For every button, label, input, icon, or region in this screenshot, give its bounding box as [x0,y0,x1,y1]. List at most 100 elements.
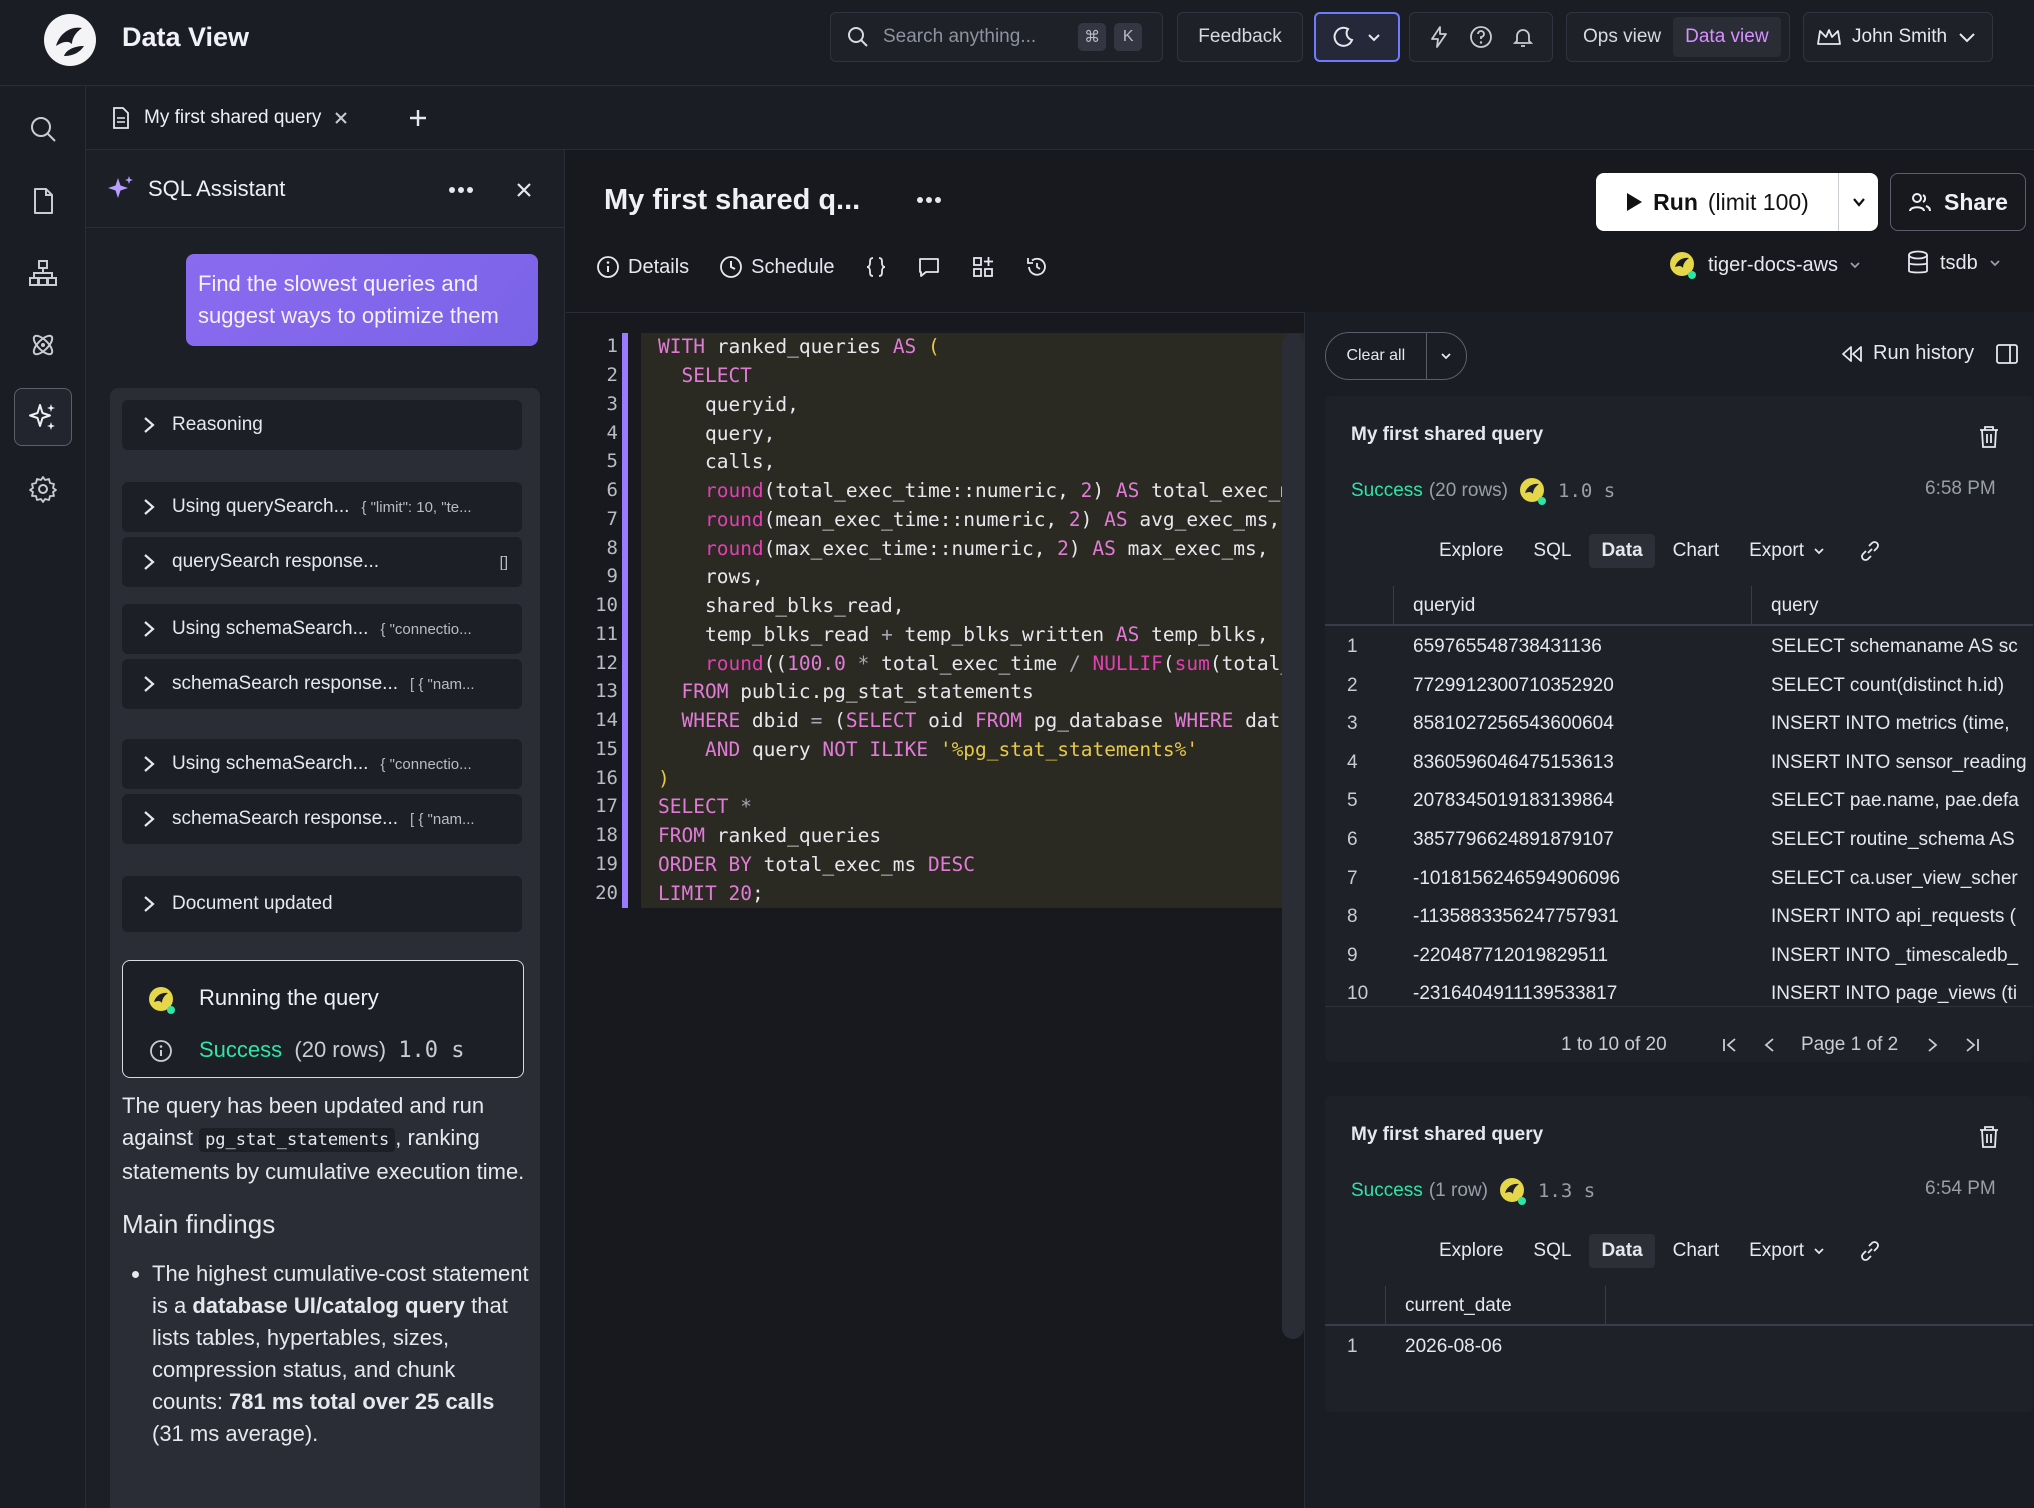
nav-settings[interactable] [14,460,72,518]
tab-data[interactable]: Data [1589,534,1655,568]
line-number: 19 [595,853,618,875]
chevron-down-icon [1959,33,1975,43]
document-title[interactable]: My first shared q... [604,184,860,217]
tab-chart[interactable]: Chart [1661,534,1731,568]
bell-icon[interactable] [1511,25,1535,49]
link-icon[interactable] [1858,1239,1882,1263]
format-button[interactable] [865,255,887,279]
nav-documents[interactable] [14,172,72,230]
trace-reasoning[interactable]: Reasoning [122,400,522,450]
row-number: 10 [1347,983,1369,1005]
trace-using-querysearch[interactable]: Using querySearch... { "limit": 10, "te.… [122,482,522,532]
table-row[interactable]: 2 7729912300710352920 SELECT count(distinc… [1325,667,2033,705]
column-header-query[interactable]: query [1771,595,1819,617]
row-number: 1 [1347,636,1358,657]
run-query-button[interactable]: Run (limit 100) [1596,173,1838,231]
table-row[interactable]: 5 2078345019183139864 SELECT pae.name, pae… [1325,782,2033,820]
more-icon[interactable] [916,196,942,204]
document-icon [34,188,53,214]
nav-sql-assistant[interactable] [14,388,72,446]
trash-icon[interactable] [1977,1124,2001,1150]
code-line: AND query NOT ILIKE '%pg_stat_statements… [704,738,1199,761]
table-row[interactable]: 9 -220487712019829511 INSERT INTO _timesca… [1325,937,2033,975]
schedule-button[interactable]: Schedule [719,255,835,279]
run-history-button[interactable]: Run history [1841,342,1974,365]
version-history-button[interactable] [1025,255,1049,279]
trace-using-schemasearch[interactable]: Using schemaSearch... { "connectio... [122,739,522,789]
trace-querysearch-response[interactable]: querySearch response... [] [122,537,522,587]
prev-page-icon[interactable] [1761,1036,1779,1054]
feedback-button[interactable]: Feedback [1177,12,1303,62]
next-page-icon[interactable] [1923,1036,1941,1054]
column-header-queryid[interactable]: queryid [1413,595,1475,617]
first-page-icon[interactable] [1721,1036,1739,1054]
table-row[interactable]: 1 659765548738431136 SELECT schemaname AS … [1325,628,2033,666]
code-line: ORDER BY total_exec_ms DESC [658,853,975,876]
search-icon [31,117,56,142]
table-row[interactable]: 7 -1018156246594906096 SELECT ca.user_view… [1325,860,2033,898]
ops-view-button[interactable]: Ops view [1571,17,1673,57]
details-button[interactable]: Details [596,255,689,279]
trace-schemasearch-response[interactable]: schemaSearch response... [ { "nam... [122,659,522,709]
more-icon[interactable] [448,186,474,194]
run-options-dropdown[interactable] [1838,173,1878,231]
link-icon[interactable] [1858,539,1882,563]
tab-explore[interactable]: Explore [1427,534,1515,568]
clear-options-dropdown[interactable] [1427,349,1466,363]
editor-scrollbar[interactable] [1282,333,1304,1339]
line-number: 17 [595,795,618,817]
code-line: round((100.0 * total_exec_time / NULLIF(… [704,652,1300,675]
lightning-icon[interactable] [1427,25,1451,49]
tab-export[interactable]: Export [1737,534,1838,568]
tab-sql[interactable]: SQL [1521,534,1583,568]
share-button[interactable]: Share [1890,173,2026,231]
code-line: rows, [658,565,764,588]
line-number: 13 [595,680,618,702]
help-icon[interactable] [1469,25,1493,49]
last-page-icon[interactable] [1963,1036,1981,1054]
trace-using-schemasearch[interactable]: Using schemaSearch... { "connectio... [122,604,522,654]
table-row[interactable]: 8 -1135883356247757931 INSERT INTO api_req… [1325,898,2033,936]
database-select[interactable]: tsdb [1906,250,2002,276]
table-row[interactable]: 1 2026-08-06 [1325,1328,2033,1366]
add-widget-button[interactable] [971,255,995,279]
logo-icon[interactable] [42,12,98,68]
view-switcher: Ops view Data view [1566,12,1790,62]
comments-button[interactable] [917,255,941,279]
shortcut-mod-key: ⌘ [1078,23,1107,51]
table-row[interactable]: 4 8360596046475153613 INSERT INTO sensor_r… [1325,744,2033,782]
connection-select[interactable]: tiger-docs-aws [1668,250,1862,280]
tab-export[interactable]: Export [1737,1234,1838,1268]
nav-schema[interactable] [14,244,72,302]
trace-schemasearch-response[interactable]: schemaSearch response... [ { "nam... [122,794,522,844]
trace-document-updated[interactable]: Document updated [122,876,522,932]
code-line: round(max_exec_time::numeric, 2) AS max_… [704,537,1269,560]
table-row[interactable]: 6 3857796624891879107 SELECT routine_schem… [1325,821,2033,859]
column-header-current-date[interactable]: current_date [1405,1295,1512,1317]
tab-data[interactable]: Data [1589,1234,1655,1268]
data-view-button[interactable]: Data view [1673,17,1781,57]
sql-editor[interactable]: 1 2 3 4 5 6 7 8 9 10 11 12 13 14 15 16 17 18 19 20 WITH ran… [566,312,1304,1508]
row-number: 8 [1347,906,1358,928]
clear-all-group: Clear all [1325,332,1467,380]
tab-my-first-shared-query[interactable]: My first shared query [100,86,359,150]
close-icon[interactable] [333,110,349,126]
trash-icon[interactable] [1977,424,2001,450]
close-icon[interactable] [514,180,534,200]
new-tab-button[interactable] [402,102,434,134]
tab-chart[interactable]: Chart [1661,1234,1731,1268]
sql-assistant-panel: SQL Assistant Find the slowest queries a… [86,150,565,1508]
user-menu-button[interactable]: John Smith [1803,12,1993,62]
clear-all-button[interactable]: Clear all [1326,333,1427,379]
theme-toggle-button[interactable] [1314,12,1400,62]
nav-search[interactable] [14,100,72,158]
code-line: query, [658,422,776,445]
tab-explore[interactable]: Explore [1427,1234,1515,1268]
global-search[interactable]: Search anything... ⌘ K [830,12,1163,62]
nav-integrations[interactable] [14,316,72,374]
sidebar-toggle-icon[interactable] [1995,342,2019,366]
table-row[interactable]: 10 -2316404911139533817 INSERT INTO page_v… [1325,975,2033,1013]
table-row[interactable]: 3 8581027256543600604 INSERT INTO metrics … [1325,705,2033,743]
tab-sql[interactable]: SQL [1521,1234,1583,1268]
user-name: John Smith [1852,26,1948,47]
